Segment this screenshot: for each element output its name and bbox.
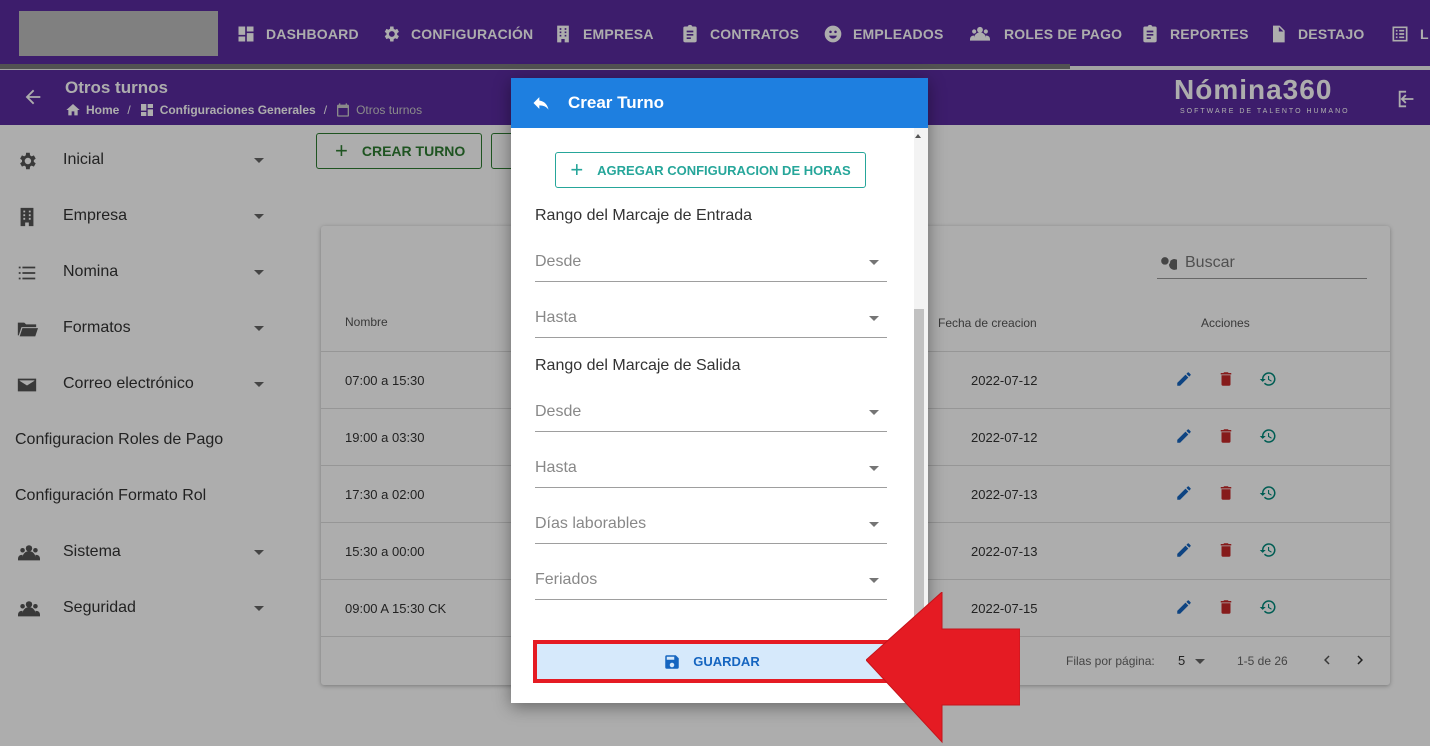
dropdown-arrow-icon <box>869 466 879 471</box>
reply-arrow-icon[interactable] <box>531 93 551 113</box>
dropdown-arrow-icon <box>869 316 879 321</box>
guardar-button[interactable]: GUARDAR <box>537 644 886 679</box>
agregar-configuracion-button[interactable]: + AGREGAR CONFIGURACION DE HORAS <box>555 152 866 188</box>
dropdown-arrow-icon <box>869 260 879 265</box>
dropdown-arrow-icon <box>869 410 879 415</box>
save-icon <box>665 654 680 669</box>
entrada-desde-select[interactable]: Desde <box>535 246 887 282</box>
scrollbar-thumb[interactable] <box>914 309 924 617</box>
scroll-up-arrow-icon[interactable] <box>915 134 921 138</box>
guardar-highlight-box: GUARDAR <box>533 640 890 683</box>
select-placeholder: Desde <box>535 253 582 270</box>
salida-desde-select[interactable]: Desde <box>535 396 887 432</box>
feriados-select[interactable]: Feriados <box>535 564 887 600</box>
select-placeholder: Hasta <box>535 459 577 476</box>
dialog-title: Crear Turno <box>568 93 665 112</box>
dropdown-arrow-icon <box>869 578 879 583</box>
select-placeholder: Desde <box>535 403 582 420</box>
salida-hasta-select[interactable]: Hasta <box>535 452 887 488</box>
plus-icon: + <box>570 157 584 182</box>
dialog-header: Crear Turno <box>511 78 928 128</box>
dropdown-arrow-icon <box>869 522 879 527</box>
entrada-section-label: Rango del Marcaje de Entrada <box>535 207 753 224</box>
select-placeholder: Feriados <box>535 571 598 588</box>
salida-section-label: Rango del Marcaje de Salida <box>535 357 741 374</box>
select-placeholder: Días laborables <box>535 515 647 532</box>
dias-laborables-select[interactable]: Días laborables <box>535 508 887 544</box>
select-placeholder: Hasta <box>535 309 577 326</box>
guardar-label: GUARDAR <box>693 654 760 669</box>
agregar-label: AGREGAR CONFIGURACION DE HORAS <box>597 162 851 178</box>
red-arrow-annotation <box>866 592 1020 744</box>
entrada-hasta-select[interactable]: Hasta <box>535 302 887 338</box>
